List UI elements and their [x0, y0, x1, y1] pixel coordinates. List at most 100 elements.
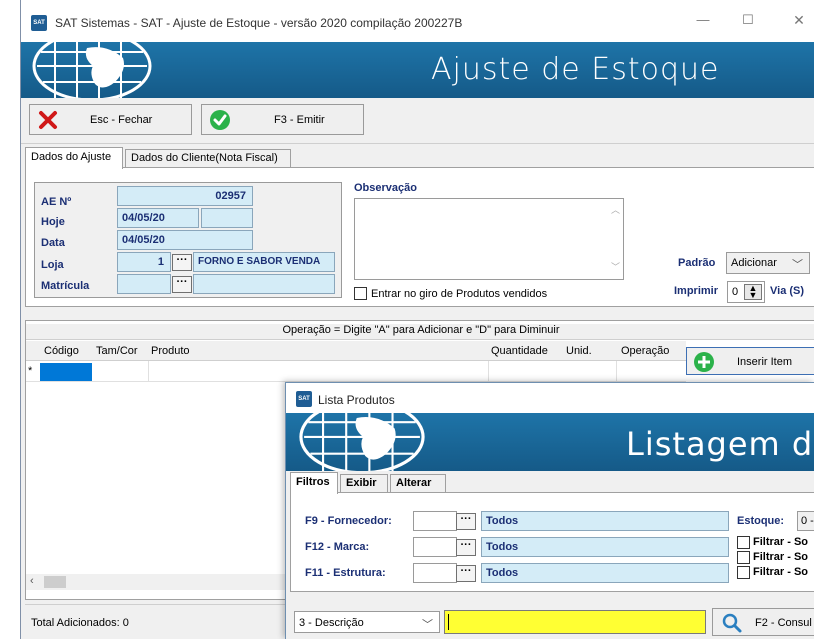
data-date-field[interactable]: 04/05/20 [117, 230, 253, 250]
tab-dados-cliente[interactable]: Dados do Cliente(Nota Fiscal) [125, 149, 291, 168]
grid-col-divider [148, 361, 149, 381]
dialog-title-bar: SAT Lista Produtos [286, 383, 814, 413]
consult-button[interactable]: F2 - Consul [712, 608, 814, 636]
dialog-banner: Listagem de I [286, 413, 814, 471]
title-bar: SAT SAT Sistemas - SAT - Ajuste de Estoq… [21, 0, 814, 42]
tab-filtros[interactable]: Filtros [290, 472, 338, 494]
marca-lookup-button[interactable]: ··· [456, 539, 476, 556]
banner: Ajuste de Estoque [21, 42, 814, 98]
filtrar-checkbox-2[interactable] [737, 551, 750, 564]
scroll-left-icon[interactable]: ‹ [30, 575, 34, 587]
grid-current-cell[interactable] [40, 363, 92, 381]
spinner-arrows-icon: ▲ ▼ [744, 284, 762, 300]
grid-row-marker: * [28, 365, 33, 377]
banner-title: Ajuste de Estoque [431, 52, 720, 87]
via-label: Via (S) [770, 285, 805, 297]
fornecedor-lookup-button[interactable]: ··· [456, 513, 476, 530]
matricula-name-field [193, 274, 335, 294]
scroll-up-icon: ︿ [610, 205, 620, 215]
col-tam-cor[interactable]: Tam/Cor [96, 345, 138, 357]
col-codigo[interactable]: Código [44, 345, 79, 357]
estrutura-value-field: Todos [481, 563, 729, 583]
toolbar: Esc - Fechar F3 - Emitir [21, 98, 814, 144]
grid-instruction: Operação = Digite "A" para Adicionar e "… [26, 324, 814, 340]
filtrar-checkbox-2-label: Filtrar - So [753, 551, 809, 563]
close-button[interactable]: Esc - Fechar [29, 104, 192, 135]
padrao-select[interactable]: Adicionar ﹀ [726, 252, 810, 274]
grid-col-divider [616, 361, 617, 381]
emit-button-label: F3 - Emitir [274, 114, 325, 126]
padrao-label: Padrão [678, 257, 716, 269]
giro-checkbox[interactable] [354, 287, 367, 300]
tab-strip: Dados do Ajuste Dados do Cliente(Nota Fi… [21, 146, 814, 169]
estoque-select[interactable]: 0 - [797, 511, 814, 531]
matricula-lookup-button[interactable]: ··· [172, 276, 192, 293]
screen-frame-left [0, 0, 20, 639]
estrutura-lookup-button[interactable]: ··· [456, 565, 476, 582]
fornecedor-code-field[interactable] [413, 511, 457, 531]
col-produto[interactable]: Produto [151, 345, 190, 357]
observacao-scrollbar[interactable]: ︿ ﹀ [608, 199, 623, 279]
search-bar: 3 - Descrição ﹀ F2 - Consul [290, 607, 814, 637]
col-quantidade[interactable]: Quantidade [491, 345, 548, 357]
marca-code-field[interactable] [413, 537, 457, 557]
matricula-label: Matrícula [41, 280, 90, 292]
horizontal-scrollbar[interactable]: ‹ [26, 574, 296, 590]
close-window-button[interactable]: ✕ [789, 12, 809, 29]
tab-exibir[interactable]: Exibir [340, 474, 388, 493]
scroll-down-icon: ﹀ [610, 262, 620, 272]
hoje-date-field[interactable]: 04/05/20 [117, 208, 199, 228]
data-label: Data [41, 237, 65, 249]
marca-value-field: Todos [481, 537, 729, 557]
search-type-select[interactable]: 3 - Descrição ﹀ [294, 611, 440, 633]
insert-item-button[interactable]: Inserir Item [686, 347, 814, 375]
hoje-extra-field[interactable] [201, 208, 253, 228]
search-type-value: 3 - Descrição [299, 617, 364, 629]
ae-number-field[interactable]: 02957 [117, 186, 253, 206]
maximize-button[interactable]: ☐ [738, 12, 758, 28]
imprimir-spinner[interactable]: 0 ▲ ▼ [727, 281, 765, 303]
matricula-code-field[interactable] [117, 274, 171, 294]
dialog-banner-title: Listagem de I [626, 425, 814, 463]
tab-alterar[interactable]: Alterar [390, 474, 446, 493]
imprimir-value: 0 [732, 286, 739, 298]
col-operacao[interactable]: Operação [621, 345, 669, 357]
chevron-down-icon: ﹀ [792, 259, 803, 271]
magnifier-icon [722, 613, 742, 633]
col-unid[interactable]: Unid. [566, 345, 592, 357]
filtrar-checkbox-1-label: Filtrar - So [753, 536, 809, 548]
estoque-label: Estoque: [737, 515, 785, 527]
filtrar-checkbox-3-label: Filtrar - So [753, 566, 809, 578]
app-icon: SAT [31, 15, 47, 31]
search-caret [448, 614, 449, 630]
emit-button[interactable]: F3 - Emitir [201, 104, 364, 135]
giro-checkbox-label: Entrar no giro de Produtos vendidos [371, 288, 548, 300]
dialog-title: Lista Produtos [318, 393, 395, 407]
loja-code-field[interactable]: 1 [117, 252, 171, 272]
red-x-icon [39, 111, 57, 129]
globe-logo [32, 42, 152, 98]
add-icon [694, 352, 714, 372]
filters-panel: F9 - Fornecedor: ··· Todos F12 - Marca: … [290, 492, 814, 592]
filtrar-checkbox-3[interactable] [737, 566, 750, 579]
form-group: AE Nº 02957 Hoje 04/05/20 Data 04/05/20 … [34, 182, 342, 298]
observacao-label: Observação [354, 182, 417, 194]
loja-label: Loja [41, 259, 64, 271]
imprimir-label: Imprimir [674, 285, 719, 297]
grid-header-row: Código Tam/Cor Produto Quantidade Unid. … [26, 341, 686, 361]
filtrar-checkbox-1[interactable] [737, 536, 750, 549]
tab-dados-ajuste[interactable]: Dados do Ajuste [25, 147, 123, 169]
insert-item-label: Inserir Item [737, 356, 793, 368]
close-button-label: Esc - Fechar [90, 114, 153, 126]
window-title: SAT Sistemas - SAT - Ajuste de Estoque -… [55, 16, 463, 30]
estrutura-code-field[interactable] [413, 563, 457, 583]
dialog-tab-strip: Filtros Exibir Alterar [286, 471, 814, 494]
tab-panel: AE Nº 02957 Hoje 04/05/20 Data 04/05/20 … [25, 167, 814, 307]
marca-label: F12 - Marca: [305, 541, 370, 553]
minimize-button[interactable]: — [693, 12, 713, 27]
fornecedor-label: F9 - Fornecedor: [305, 515, 392, 527]
observacao-textarea[interactable] [354, 198, 624, 280]
search-input[interactable] [444, 610, 706, 634]
loja-lookup-button[interactable]: ··· [172, 254, 192, 271]
scroll-thumb[interactable] [44, 576, 66, 588]
